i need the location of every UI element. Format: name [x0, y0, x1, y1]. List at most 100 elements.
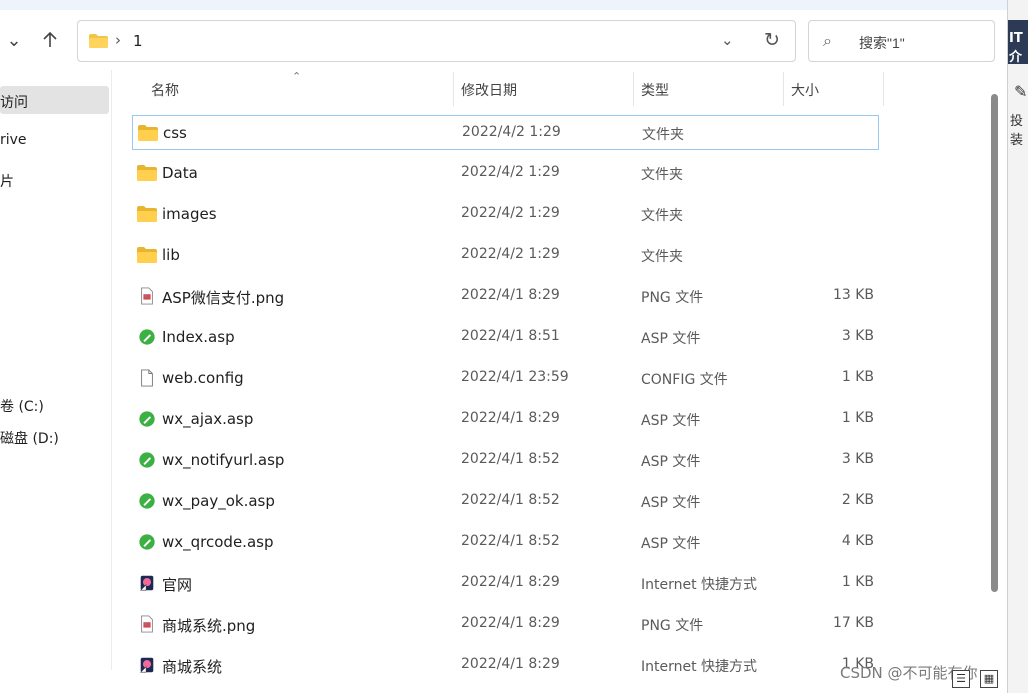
file-row[interactable]: 商城系统.png 2022/4/1 8:29 PNG 文件 17 KB — [132, 607, 879, 642]
file-type: ASP 文件 — [641, 331, 701, 347]
column-divider[interactable] — [633, 72, 634, 106]
file-size: 17 KB — [832, 615, 874, 631]
column-divider[interactable] — [453, 72, 454, 106]
file-date: 2022/4/1 8:29 — [461, 656, 560, 672]
nav-item-pictures[interactable]: 片 — [0, 171, 14, 191]
file-size: 13 KB — [832, 287, 874, 303]
file-type: CONFIG 文件 — [641, 372, 728, 388]
tiles-view-icon[interactable]: ▦ — [980, 670, 998, 688]
nav-item-drive-d[interactable]: 磁盘 (D:) — [0, 428, 59, 448]
breadcrumb-separator: › — [115, 31, 121, 49]
address-history-dropdown-icon[interactable]: ⌄ — [721, 31, 734, 49]
file-type: 文件夹 — [641, 249, 683, 265]
file-row[interactable]: web.config 2022/4/1 23:59 CONFIG 文件 1 KB — [132, 361, 879, 396]
file-date: 2022/4/1 8:29 — [461, 410, 560, 426]
column-divider[interactable] — [783, 72, 784, 106]
folder-icon — [137, 246, 157, 264]
search-box[interactable]: ⌕ 搜索"1" — [808, 20, 995, 62]
file-date: 2022/4/2 1:29 — [461, 246, 560, 262]
file-type: 文件夹 — [641, 167, 683, 183]
file-name: Index.asp — [162, 328, 235, 346]
column-header-name[interactable]: 名称 — [151, 80, 179, 100]
file-size: 3 KB — [841, 451, 874, 467]
file-row[interactable]: Data 2022/4/2 1:29 文件夹 — [132, 156, 879, 191]
edit-icon: ✎ — [1014, 82, 1028, 101]
file-row[interactable]: lib 2022/4/2 1:29 文件夹 — [132, 238, 879, 273]
file-name: wx_notifyurl.asp — [162, 451, 285, 469]
file-row[interactable]: css 2022/4/2 1:29 文件夹 — [132, 115, 879, 150]
file-type: 文件夹 — [641, 208, 683, 224]
column-header-size[interactable]: 大小 — [791, 80, 819, 100]
refresh-icon[interactable]: ↻ — [764, 29, 780, 51]
file-type: PNG 文件 — [641, 618, 704, 634]
background-window-label: 投装 — [1010, 114, 1024, 148]
file-name: web.config — [162, 369, 244, 387]
nav-item-quick-access[interactable]: 访问 — [0, 86, 109, 114]
file-row[interactable]: wx_notifyurl.asp 2022/4/1 8:52 ASP 文件 3 KB — [132, 443, 879, 478]
file-date: 2022/4/1 8:52 — [461, 451, 560, 467]
folder-icon — [89, 34, 108, 48]
banner-text: IT 介 — [1009, 31, 1023, 65]
file-date: 2022/4/2 1:29 — [461, 205, 560, 221]
asp-file-icon — [137, 533, 157, 551]
image-file-icon — [137, 615, 157, 633]
file-name: 官网 — [162, 576, 193, 594]
file-type: 文件夹 — [642, 127, 684, 143]
file-row[interactable]: Index.asp 2022/4/1 8:51 ASP 文件 3 KB — [132, 320, 879, 355]
asp-file-icon — [137, 328, 157, 346]
file-date: 2022/4/1 8:51 — [461, 328, 560, 344]
background-window-banner: IT 介 — [1008, 20, 1028, 65]
file-size: 1 KB — [841, 410, 874, 426]
file-date: 2022/4/1 8:29 — [461, 287, 560, 303]
file-date: 2022/4/2 1:29 — [462, 124, 561, 140]
file-name: ASP微信支付.png — [162, 289, 285, 307]
file-row[interactable]: 商城系统 2022/4/1 8:29 Internet 快捷方式 1 KB — [132, 648, 879, 683]
column-header-date[interactable]: 修改日期 — [461, 80, 517, 100]
asp-file-icon — [137, 492, 157, 510]
nav-item-drive-c[interactable]: 卷 (C:) — [0, 396, 44, 416]
vertical-scrollbar-thumb[interactable] — [991, 94, 998, 592]
file-type: ASP 文件 — [641, 536, 701, 552]
file-size: 2 KB — [841, 492, 874, 508]
file-size: 3 KB — [841, 328, 874, 344]
forward-dropdown-icon[interactable]: ⌄ — [0, 26, 28, 54]
image-file-icon — [137, 287, 157, 305]
column-header-type[interactable]: 类型 — [641, 80, 669, 100]
file-name: lib — [162, 246, 180, 264]
file-row[interactable]: images 2022/4/2 1:29 文件夹 — [132, 197, 879, 232]
file-name: wx_pay_ok.asp — [162, 492, 275, 510]
folder-icon — [137, 164, 157, 182]
blank-file-icon — [137, 369, 157, 387]
search-placeholder: 搜索"1" — [859, 35, 905, 51]
file-row[interactable]: ASP微信支付.png 2022/4/1 8:29 PNG 文件 13 KB — [132, 279, 879, 314]
internet-shortcut-icon — [137, 656, 157, 674]
file-date: 2022/4/1 8:29 — [461, 615, 560, 631]
title-strip — [0, 0, 1007, 10]
file-size: 4 KB — [841, 533, 874, 549]
column-divider[interactable] — [883, 72, 884, 106]
address-bar[interactable]: › 1 ⌄ ↻ — [77, 20, 796, 62]
details-view-icon[interactable]: ☰ — [952, 670, 970, 688]
file-date: 2022/4/1 8:29 — [461, 574, 560, 590]
file-name: 商城系统 — [162, 658, 223, 676]
up-arrow-icon[interactable] — [36, 26, 64, 54]
nav-item-onedrive[interactable]: rive — [0, 132, 27, 148]
file-name: 商城系统.png — [162, 617, 256, 635]
sort-ascending-icon: ⌃ — [292, 70, 302, 83]
file-name: css — [163, 124, 187, 142]
asp-file-icon — [137, 451, 157, 469]
file-row[interactable]: wx_qrcode.asp 2022/4/1 8:52 ASP 文件 4 KB — [132, 525, 879, 560]
breadcrumb-item[interactable]: 1 — [133, 32, 143, 50]
file-date: 2022/4/1 8:52 — [461, 533, 560, 549]
file-row[interactable]: wx_ajax.asp 2022/4/1 8:29 ASP 文件 1 KB — [132, 402, 879, 437]
file-type: ASP 文件 — [641, 413, 701, 429]
file-date: 2022/4/1 23:59 — [461, 369, 569, 385]
file-row[interactable]: 官网 2022/4/1 8:29 Internet 快捷方式 1 KB — [132, 566, 879, 601]
file-type: ASP 文件 — [641, 454, 701, 470]
file-type: ASP 文件 — [641, 495, 701, 511]
file-name: wx_qrcode.asp — [162, 533, 274, 551]
file-row[interactable]: wx_pay_ok.asp 2022/4/1 8:52 ASP 文件 2 KB — [132, 484, 879, 519]
file-type: PNG 文件 — [641, 290, 704, 306]
file-name: wx_ajax.asp — [162, 410, 254, 428]
background-window-fragment: IT 介 ✎ 投装 — [1007, 0, 1028, 693]
